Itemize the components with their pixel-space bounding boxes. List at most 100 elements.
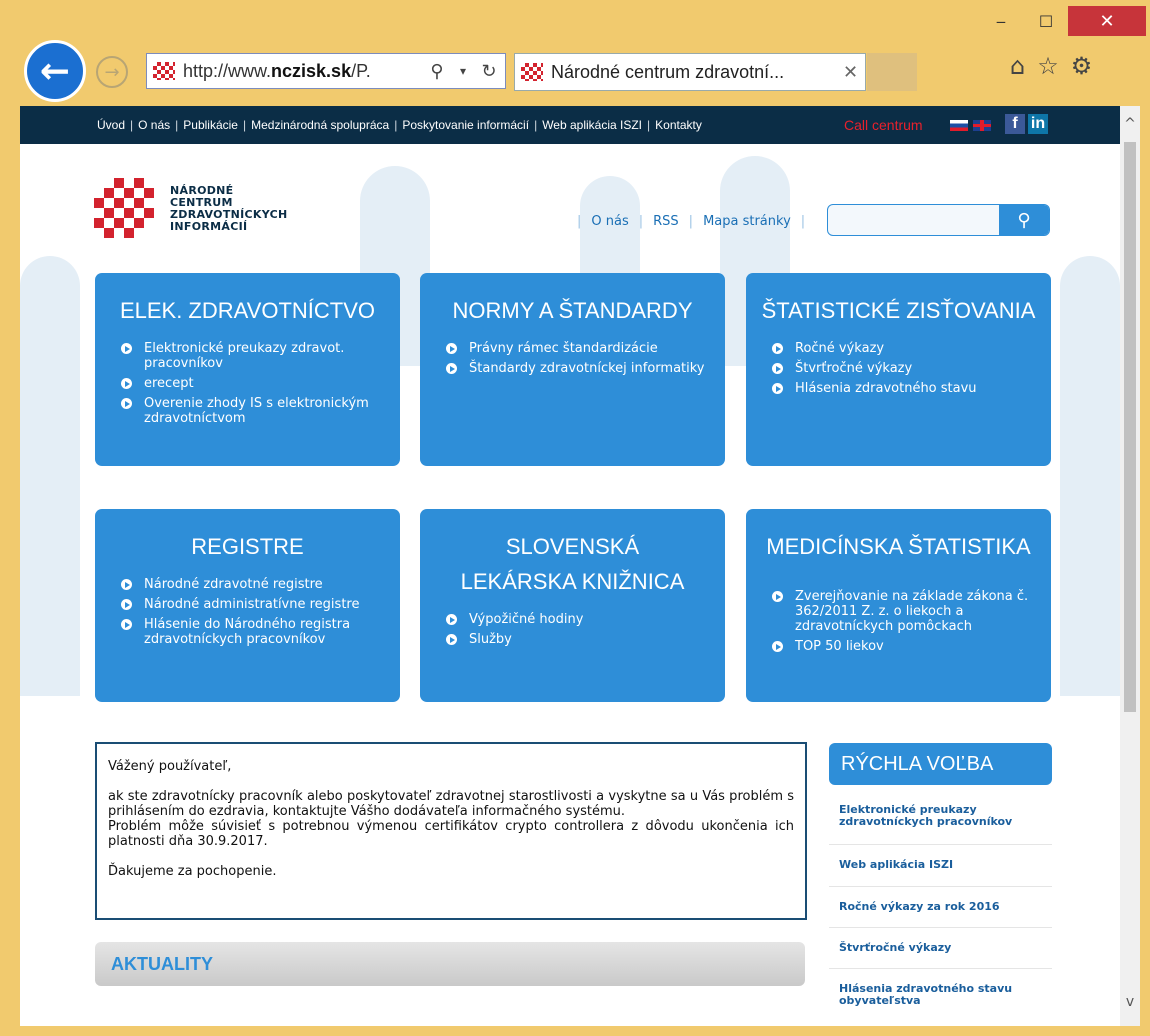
magnifier-icon: ⚲ <box>1017 209 1031 231</box>
url-text[interactable]: http://www.nczisk.sk/P. <box>183 61 427 82</box>
nav-separator: | <box>534 118 538 132</box>
tile-medicinska-statistika[interactable]: MEDICÍNSKA ŠTATISTIKA Zverejňovanie na z… <box>746 509 1051 702</box>
topnav-links: Úvod | O nás | Publikácie | Medzinárodná sp… <box>97 118 702 132</box>
quick-link[interactable]: Hlásenia zdravotného stavu obyvateľstva <box>829 969 1052 1019</box>
notice-thanks: Ďakujeme za pochopenie. <box>108 864 277 879</box>
rychla-volba-title: RÝCHLA VOĽBA <box>841 752 994 775</box>
secondary-links: | O nás | RSS | Mapa stránky | <box>567 214 815 229</box>
tile-title[interactable]: MEDICÍNSKA ŠTATISTIKA <box>746 529 1051 564</box>
tile-link[interactable]: Zverejňovanie na základe zákona č. 362/2… <box>768 589 1031 634</box>
tile-link[interactable]: Elektronické preukazy zdravot. pracovník… <box>117 341 384 371</box>
divider: | <box>638 214 644 229</box>
nav-separator: | <box>242 118 247 132</box>
nav-kontakty[interactable]: Kontakty <box>655 118 702 132</box>
call-centrum-link[interactable]: Call centrum <box>844 117 923 133</box>
tile-elek-zdravotnictvo[interactable]: ELEK. ZDRAVOTNÍCTVO Elektronické preukaz… <box>95 273 400 466</box>
tile-statisticke-zistovania[interactable]: ŠTATISTICKÉ ZISŤOVANIA Ročné výkazy Štvr… <box>746 273 1051 466</box>
tab-close-icon[interactable]: ✕ <box>843 62 865 83</box>
quick-link[interactable]: Elektronické preukazy zdravotníckych pra… <box>829 788 1052 845</box>
refresh-icon[interactable]: ↻ <box>479 61 499 82</box>
minimize-button[interactable]: ‒ <box>978 6 1024 36</box>
tile-link[interactable]: Ročné výkazy <box>768 341 1035 356</box>
tile-link[interactable]: Výpožičné hodiny <box>442 612 709 627</box>
back-button[interactable]: ← <box>24 40 86 102</box>
tile-title[interactable]: ŠTATISTICKÉ ZISŤOVANIA <box>746 293 1051 328</box>
tile-link[interactable]: Štandardy zdravotníckej informatiky <box>442 361 709 376</box>
search-input[interactable] <box>834 205 1003 235</box>
facebook-icon[interactable]: f <box>1005 114 1025 134</box>
rychla-volba-list: Elektronické preukazy zdravotníckych pra… <box>829 788 1052 1019</box>
tile-title[interactable]: SLOVENSKÁ <box>420 529 725 564</box>
user-notice: Vážený používateľ, ak ste zdravotnícky p… <box>95 742 807 920</box>
nav-o-nas[interactable]: O nás <box>138 118 170 132</box>
home-icon[interactable]: ⌂ <box>1010 52 1025 80</box>
nav-publikacie[interactable]: Publikácie <box>183 118 238 132</box>
tile-title[interactable]: NORMY A ŠTANDARDY <box>420 293 725 328</box>
quick-link[interactable]: Web aplikácia ISZI <box>829 845 1052 887</box>
address-bar[interactable]: http://www.nczisk.sk/P. ⚲ ▾ ↻ <box>146 53 506 89</box>
search-icon[interactable]: ⚲ <box>427 61 447 82</box>
favorites-star-icon[interactable]: ☆ <box>1037 52 1059 80</box>
nav-separator: | <box>130 118 134 132</box>
top-navigation: Úvod | O nás | Publikácie | Medzinárodná sp… <box>20 106 1120 144</box>
tile-link[interactable]: TOP 50 liekov <box>768 639 1031 654</box>
site-logo[interactable]: NÁRODNÉ CENTRUM ZDRAVOTNÍCKYCH INFORMÁCI… <box>94 178 287 240</box>
tile-link[interactable]: Národné administratívne registre <box>117 597 384 612</box>
tile-link[interactable]: erecept <box>117 376 384 391</box>
tile-link[interactable]: Hlásenie do Národného registra zdravotní… <box>117 617 384 647</box>
tile-title[interactable]: ELEK. ZDRAVOTNÍCTVO <box>95 293 400 328</box>
site-favicon-icon <box>153 62 175 80</box>
quick-link[interactable]: Štvrťročné výkazy <box>829 928 1052 969</box>
new-tab-button[interactable] <box>867 53 917 91</box>
background-silhouette <box>20 256 80 696</box>
tile-link[interactable]: Právny rámec štandardizácie <box>442 341 709 356</box>
vertical-scrollbar[interactable]: ^ v <box>1120 106 1140 1026</box>
tile-registre[interactable]: REGISTRE Národné zdravotné registre Náro… <box>95 509 400 702</box>
background-silhouette <box>1060 256 1120 696</box>
tile-title[interactable]: LEKÁRSKA KNIŽNICA <box>420 564 725 599</box>
tab-title: Národné centrum zdravotní... <box>551 61 785 82</box>
divider: | <box>800 214 806 229</box>
search-button[interactable]: ⚲ <box>999 205 1049 235</box>
aktuality-header[interactable]: AKTUALITY <box>95 942 805 986</box>
linkedin-icon[interactable]: in <box>1028 114 1048 134</box>
tile-slovenska-lekarska-kniznica[interactable]: SLOVENSKÁ LEKÁRSKA KNIŽNICA Výpožičné ho… <box>420 509 725 702</box>
close-window-button[interactable]: ✕ <box>1068 6 1146 36</box>
scroll-down-icon[interactable]: v <box>1120 994 1140 1010</box>
nav-separator: | <box>647 118 651 132</box>
uk-flag-icon[interactable] <box>973 120 991 131</box>
site-search: ⚲ <box>827 204 1050 236</box>
maximize-button[interactable]: ☐ <box>1024 6 1068 36</box>
tile-link[interactable]: Hlásenia zdravotného stavu <box>768 381 1035 396</box>
browser-window: ‒ ☐ ✕ ← → http://www.nczisk.sk/P. ⚲ ▾ ↻ … <box>0 0 1150 1036</box>
link-o-nas[interactable]: O nás <box>591 214 628 229</box>
browser-tab[interactable]: Národné centrum zdravotní... ✕ <box>514 53 866 91</box>
logo-line: INFORMÁCIÍ <box>170 220 248 233</box>
scrollbar-thumb[interactable] <box>1124 142 1136 712</box>
nav-uvod[interactable]: Úvod <box>97 118 125 132</box>
tile-link[interactable]: Národné zdravotné registre <box>117 577 384 592</box>
nav-web-aplikacia[interactable]: Web aplikácia ISZI <box>542 118 642 132</box>
nav-separator: | <box>175 118 179 132</box>
divider: | <box>577 214 582 229</box>
link-rss[interactable]: RSS <box>653 214 679 229</box>
scroll-up-icon[interactable]: ^ <box>1120 116 1140 132</box>
quick-link[interactable]: Ročné výkazy za rok 2016 <box>829 887 1052 928</box>
tile-link[interactable]: Služby <box>442 632 709 647</box>
notice-paragraph: Problém môže súvisieť s potrebnou výmeno… <box>108 819 794 849</box>
nav-poskytovanie[interactable]: Poskytovanie informácií <box>402 118 529 132</box>
tile-link[interactable]: Overenie zhody IS s elektronickým zdravo… <box>117 396 384 426</box>
dropdown-icon[interactable]: ▾ <box>453 64 473 78</box>
slovak-flag-icon[interactable] <box>950 120 968 131</box>
settings-gear-icon[interactable]: ⚙ <box>1071 52 1093 80</box>
divider: | <box>688 214 694 229</box>
notice-paragraph: ak ste zdravotnícky pracovník alebo posk… <box>108 789 794 819</box>
notice-greeting: Vážený používateľ, <box>108 759 232 774</box>
tile-normy-standardy[interactable]: NORMY A ŠTANDARDY Právny rámec štandardi… <box>420 273 725 466</box>
tile-link[interactable]: Štvrťročné výkazy <box>768 361 1035 376</box>
nav-medzinarodna[interactable]: Medzinárodná spolupráca <box>251 118 389 132</box>
nczi-logo-icon <box>94 178 154 238</box>
forward-button[interactable]: → <box>96 56 128 88</box>
tile-title[interactable]: REGISTRE <box>95 529 400 564</box>
link-mapa-stranky[interactable]: Mapa stránky <box>703 214 791 229</box>
